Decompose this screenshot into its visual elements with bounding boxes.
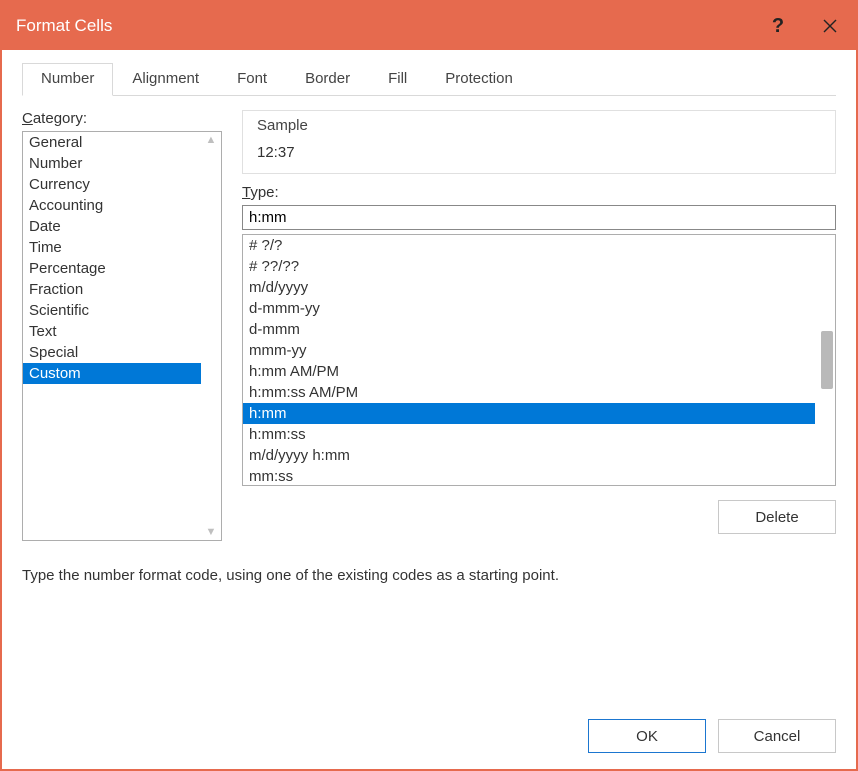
- ok-button[interactable]: OK: [588, 719, 706, 753]
- category-item[interactable]: Text: [23, 321, 201, 342]
- tab-protection[interactable]: Protection: [426, 63, 532, 96]
- delete-button[interactable]: Delete: [718, 500, 836, 534]
- type-item[interactable]: m/d/yyyy h:mm: [243, 445, 815, 466]
- tab-number[interactable]: Number: [22, 63, 113, 96]
- close-button[interactable]: [804, 2, 856, 50]
- category-listbox[interactable]: GeneralNumberCurrencyAccountingDateTimeP…: [22, 131, 222, 541]
- right-column: Sample 12:37 Type: # ?/?# ??/??m/d/yyyyd…: [242, 110, 836, 541]
- titlebar: Format Cells ?: [2, 2, 856, 50]
- tab-font[interactable]: Font: [218, 63, 286, 96]
- category-item[interactable]: Accounting: [23, 195, 201, 216]
- sample-label: Sample: [257, 117, 821, 134]
- type-item[interactable]: d-mmm: [243, 319, 815, 340]
- category-column: Category: GeneralNumberCurrencyAccountin…: [22, 110, 222, 541]
- type-item[interactable]: mm:ss: [243, 466, 815, 485]
- scroll-up-icon[interactable]: ▲: [206, 134, 217, 146]
- scroll-down-icon[interactable]: ▼: [206, 526, 217, 538]
- tab-border[interactable]: Border: [286, 63, 369, 96]
- dialog-body: NumberAlignmentFontBorderFillProtection …: [2, 50, 856, 769]
- type-item[interactable]: d-mmm-yy: [243, 298, 815, 319]
- type-listbox[interactable]: # ?/?# ??/??m/d/yyyyd-mmm-yyd-mmmmmm-yyh…: [242, 234, 836, 486]
- category-item[interactable]: General: [23, 132, 201, 153]
- type-scrollbar-thumb[interactable]: [821, 331, 833, 389]
- format-cells-dialog: Format Cells ? NumberAlignmentFontBorder…: [0, 0, 858, 771]
- category-label: Category:: [22, 110, 222, 127]
- sample-value: 12:37: [257, 134, 821, 161]
- type-item[interactable]: h:mm: [243, 403, 815, 424]
- category-item[interactable]: Scientific: [23, 300, 201, 321]
- type-item[interactable]: mmm-yy: [243, 340, 815, 361]
- category-item[interactable]: Special: [23, 342, 201, 363]
- type-item[interactable]: # ??/??: [243, 256, 815, 277]
- cancel-button[interactable]: Cancel: [718, 719, 836, 753]
- upper-section: Category: GeneralNumberCurrencyAccountin…: [22, 110, 836, 541]
- type-input[interactable]: [242, 205, 836, 230]
- type-item[interactable]: m/d/yyyy: [243, 277, 815, 298]
- tab-content: Category: GeneralNumberCurrencyAccountin…: [22, 96, 836, 753]
- tab-alignment[interactable]: Alignment: [113, 63, 218, 96]
- tab-fill[interactable]: Fill: [369, 63, 426, 96]
- category-item[interactable]: Date: [23, 216, 201, 237]
- close-icon: [822, 18, 838, 34]
- category-item[interactable]: Percentage: [23, 258, 201, 279]
- window-title: Format Cells: [2, 16, 752, 36]
- type-item[interactable]: h:mm:ss: [243, 424, 815, 445]
- delete-row: Delete: [242, 500, 836, 534]
- type-label: Type:: [242, 184, 836, 201]
- category-item[interactable]: Currency: [23, 174, 201, 195]
- footer-buttons: OK Cancel: [22, 719, 836, 753]
- type-item[interactable]: # ?/?: [243, 235, 815, 256]
- category-item[interactable]: Time: [23, 237, 201, 258]
- category-item[interactable]: Fraction: [23, 279, 201, 300]
- category-item[interactable]: Custom: [23, 363, 201, 384]
- type-item[interactable]: h:mm AM/PM: [243, 361, 815, 382]
- hint-text: Type the number format code, using one o…: [22, 567, 836, 584]
- category-item[interactable]: Number: [23, 153, 201, 174]
- tab-strip: NumberAlignmentFontBorderFillProtection: [22, 62, 836, 96]
- sample-group: Sample 12:37: [242, 110, 836, 174]
- category-scrollbar[interactable]: ▲ ▼: [201, 132, 221, 540]
- help-button[interactable]: ?: [752, 2, 804, 50]
- type-item[interactable]: h:mm:ss AM/PM: [243, 382, 815, 403]
